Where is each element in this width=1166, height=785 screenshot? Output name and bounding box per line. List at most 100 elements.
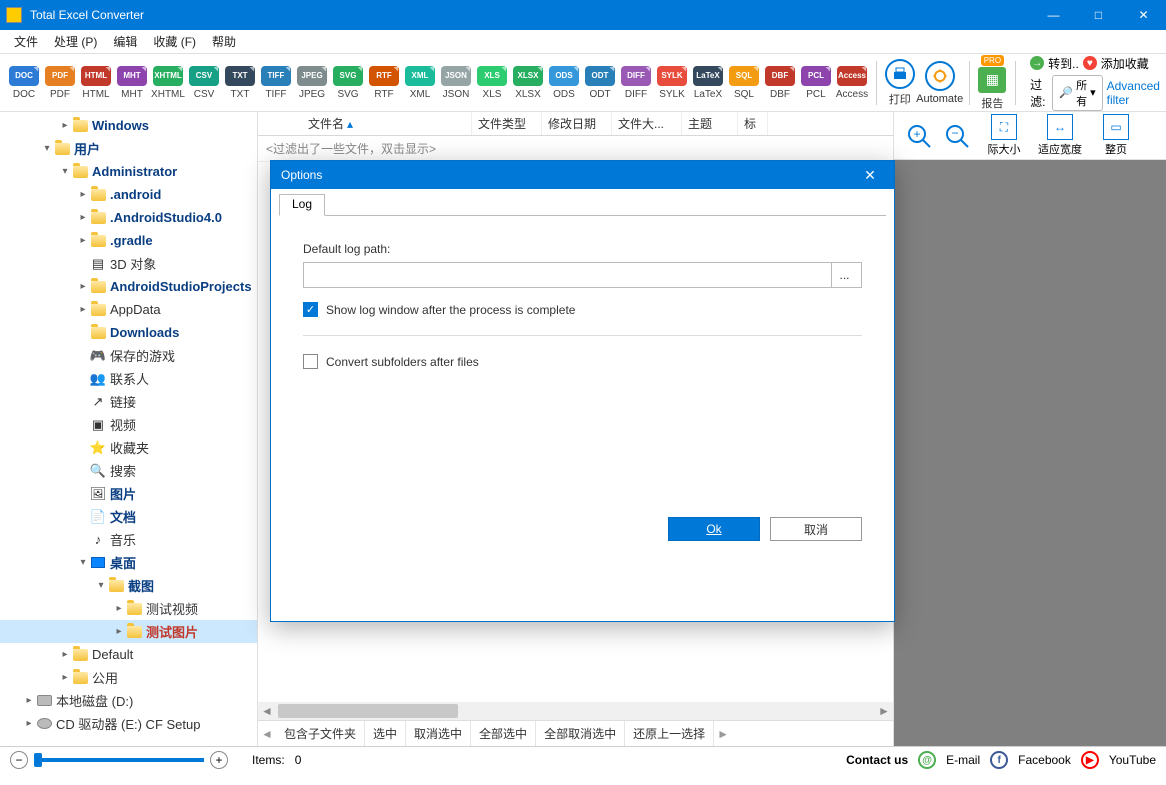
menu-4[interactable]: 帮助 [204,30,244,53]
format-ods[interactable]: ODSODS [546,66,582,100]
tree-node-8[interactable]: ▸AppData [0,298,257,321]
zoom-in-button[interactable]: + [902,119,936,153]
tree-node-24[interactable]: ▸公用 [0,666,257,689]
tree-node-11[interactable]: 👥联系人 [0,367,257,390]
format-rtf[interactable]: RTFRTF [366,66,402,100]
automate-button[interactable]: Automate [917,61,963,105]
tree-node-12[interactable]: ↗链接 [0,390,257,413]
menu-1[interactable]: 处理 (P) [46,30,105,53]
tree-node-9[interactable]: Downloads [0,321,257,344]
selection-tab-3[interactable]: 全部选中 [471,721,536,746]
folder-tree[interactable]: ▸Windows▾用户▾Administrator▸.android▸.Andr… [0,112,258,746]
zoom-plus-button[interactable]: + [210,751,228,769]
browse-button[interactable]: ... [831,263,857,287]
selection-tab-2[interactable]: 取消选中 [406,721,471,746]
tree-node-10[interactable]: 🎮保存的游戏 [0,344,257,367]
goto-link[interactable]: 转到.. [1048,55,1079,72]
zoom-out-button[interactable]: − [940,119,974,153]
column-1[interactable]: 文件类型 [472,112,542,135]
tree-node-18[interactable]: ♪音乐 [0,528,257,551]
facebook-link[interactable]: Facebook [1018,753,1071,767]
format-xhtml[interactable]: XHTMLXHTML [150,66,186,100]
maximize-button[interactable]: □ [1076,0,1121,30]
filter-message[interactable]: <过滤出了一些文件，双击显示> [258,136,893,162]
close-button[interactable]: ✕ [1121,0,1166,30]
format-mht[interactable]: MHTMHT [114,66,150,100]
filter-all-dropdown[interactable]: 🔎 所有 ▾ [1052,75,1102,111]
full-page-button[interactable]: ▭整页 [1090,114,1142,157]
youtube-link[interactable]: YouTube [1109,753,1156,767]
menu-0[interactable]: 文件 [6,30,46,53]
column-3[interactable]: 文件大... [612,112,682,135]
tree-node-22[interactable]: ▸测试图片 [0,620,257,643]
favorite-link[interactable]: 添加收藏 [1101,55,1149,72]
zoom-minus-button[interactable]: − [10,751,28,769]
tree-node-14[interactable]: ⭐收藏夹 [0,436,257,459]
tree-node-7[interactable]: ▸AndroidStudioProjects [0,275,257,298]
actual-size-button[interactable]: ⛶际大小 [978,114,1030,157]
format-odt[interactable]: ODTODT [582,66,618,100]
tree-node-1[interactable]: ▾用户 [0,137,257,160]
format-svg[interactable]: SVGSVG [330,66,366,100]
format-latex[interactable]: LaTeXLaTeX [690,66,726,100]
advanced-filter-link[interactable]: Advanced filter [1107,79,1160,107]
format-diff[interactable]: DIFFDIFF [618,66,654,100]
report-button[interactable]: PRO ▦ 报告 [975,55,1009,111]
cancel-button[interactable]: 取消 [770,517,862,541]
log-path-input[interactable] [308,263,831,287]
fit-width-button[interactable]: ↔适应宽度 [1034,114,1086,157]
show-log-checkbox[interactable]: ✓ [303,302,318,317]
format-sql[interactable]: SQLSQL [726,66,762,100]
column-0[interactable]: 文件名 ▴ [302,112,472,135]
format-xlsx[interactable]: XLSXXLSX [510,66,546,100]
menu-3[interactable]: 收藏 (F) [145,30,204,53]
tree-node-4[interactable]: ▸.AndroidStudio4.0 [0,206,257,229]
tabs-left-arrow[interactable]: ◄ [258,727,276,741]
format-pcl[interactable]: PCLPCL [798,66,834,100]
format-html[interactable]: HTMLHTML [78,66,114,100]
format-tiff[interactable]: TIFFTIFF [258,66,294,100]
tree-node-5[interactable]: ▸.gradle [0,229,257,252]
dialog-close-button[interactable]: ✕ [856,167,884,184]
tree-node-16[interactable]: 🖼图片 [0,482,257,505]
menu-2[interactable]: 编辑 [105,30,145,53]
tree-node-17[interactable]: 📄文档 [0,505,257,528]
column-4[interactable]: 主题 [682,112,738,135]
tabs-right-arrow[interactable]: ► [714,727,732,741]
format-doc[interactable]: DOCDOC [6,66,42,100]
tree-node-20[interactable]: ▾截图 [0,574,257,597]
ok-button[interactable]: Ok [668,517,760,541]
format-csv[interactable]: CSVCSV [186,66,222,100]
selection-tab-5[interactable]: 还原上一选择 [625,721,714,746]
tree-node-23[interactable]: ▸Default [0,643,257,666]
selection-tab-1[interactable]: 选中 [365,721,406,746]
format-pdf[interactable]: PDFPDF [42,66,78,100]
format-txt[interactable]: TXTTXT [222,66,258,100]
tree-node-15[interactable]: 🔍搜索 [0,459,257,482]
tab-log[interactable]: Log [279,194,325,216]
format-xls[interactable]: XLSXLS [474,66,510,100]
tree-node-21[interactable]: ▸测试视频 [0,597,257,620]
tree-node-0[interactable]: ▸Windows [0,114,257,137]
email-link[interactable]: E-mail [946,753,980,767]
tree-node-26[interactable]: ▸CD 驱动器 (E:) CF Setup [0,712,257,735]
horizontal-scrollbar[interactable]: ◄ ► [258,702,893,720]
print-button[interactable]: 打印 [883,59,917,107]
minimize-button[interactable]: — [1031,0,1076,30]
column-2[interactable]: 修改日期 [542,112,612,135]
format-dbf[interactable]: DBFDBF [762,66,798,100]
convert-subfolders-checkbox[interactable] [303,354,318,369]
format-jpeg[interactable]: JPEGJPEG [294,66,330,100]
tree-node-25[interactable]: ▸本地磁盘 (D:) [0,689,257,712]
tree-node-6[interactable]: ▤3D 对象 [0,252,257,275]
format-xml[interactable]: XMLXML [402,66,438,100]
tree-node-13[interactable]: ▣视频 [0,413,257,436]
column-5[interactable]: 标 [738,112,768,135]
format-json[interactable]: JSONJSON [438,66,474,100]
selection-tab-4[interactable]: 全部取消选中 [536,721,625,746]
tree-node-2[interactable]: ▾Administrator [0,160,257,183]
format-access[interactable]: AccessAccess [834,66,870,100]
zoom-slider[interactable] [34,758,204,762]
format-sylk[interactable]: SYLKSYLK [654,66,690,100]
selection-tab-0[interactable]: 包含子文件夹 [276,721,365,746]
